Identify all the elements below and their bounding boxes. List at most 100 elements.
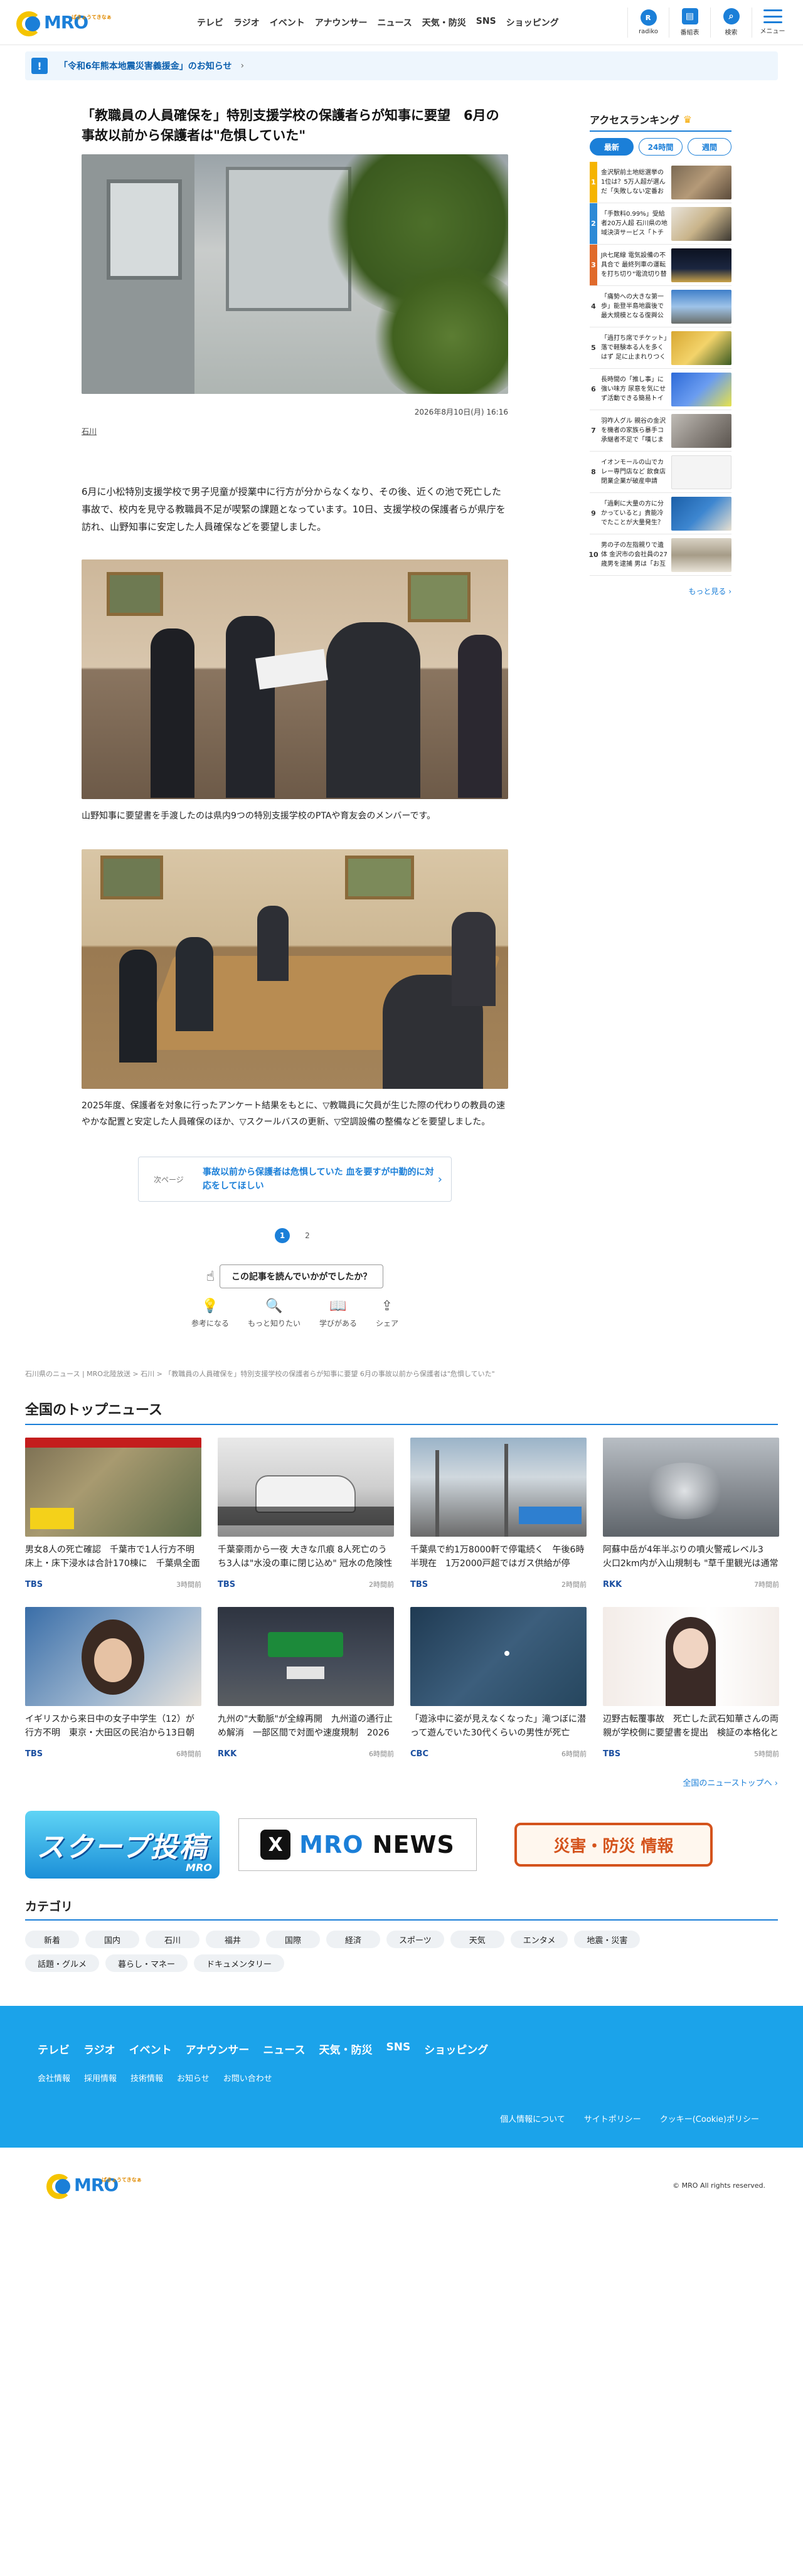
article-tag[interactable]: 石川 <box>82 426 97 437</box>
ranking-item[interactable]: 3JR七尾線 電気設備の不具合で 最終列車の運転を打ち切り"電流切り替えの可能性… <box>590 245 731 286</box>
footer-notice[interactable]: お知らせ <box>177 2072 210 2084</box>
x-mro-news-banner[interactable]: X MRO NEWS <box>238 1818 477 1871</box>
ranking-item[interactable]: 1金沢駅前土地総選挙の1位は？5万人超が選んだ「失敗しない定番お土産」3選 <box>590 162 731 203</box>
ranking-item[interactable]: 10男の子の左指親りで遺体 金沢市の会社員の27歳男を逮捕 男は「お互生を合って… <box>588 534 731 576</box>
breadcrumb: 石川県のニュース | MRO北陸放送 > 石川 > 「教職員の人員確保を」特別支… <box>25 1370 495 1378</box>
footer-contact[interactable]: お問い合わせ <box>223 2072 272 2084</box>
news-card-time: 3時間前 <box>176 1581 201 1589</box>
footer-nav-weather[interactable]: 天気・防災 <box>319 2041 373 2057</box>
category-gourmet[interactable]: 話題・グルメ <box>25 1954 100 1972</box>
next-page-link[interactable]: 次ページ 事故以前から保護者は危惧していた 血を要すが中勤的に対応をしてほしい … <box>138 1157 452 1202</box>
footer-nav-tv[interactable]: テレビ <box>38 2041 70 2057</box>
global-nav: テレビ ラジオ イベント アナウンサー ニュース 天気・防災 SNS ショッピン… <box>197 16 559 29</box>
page-2-button[interactable]: 2 <box>300 1228 315 1243</box>
search-button[interactable]: ⌕ 検索 <box>710 7 752 38</box>
category-weather[interactable]: 天気 <box>450 1931 504 1948</box>
category-living[interactable]: 暮らし・マネー <box>105 1954 188 1972</box>
nav-radio[interactable]: ラジオ <box>233 16 260 29</box>
category-economy[interactable]: 経済 <box>326 1931 380 1948</box>
category-disaster[interactable]: 地震・災害 <box>574 1931 641 1948</box>
site-footer: テレビ ラジオ イベント アナウンサー ニュース 天気・防災 SNS ショッピン… <box>0 2006 803 2148</box>
category-entertainment[interactable]: エンタメ <box>510 1931 568 1948</box>
footer-nav-announcer[interactable]: アナウンサー <box>186 2041 250 2057</box>
reaction-helpful-button[interactable]: 💡 参考になる <box>191 1298 229 1328</box>
category-sports[interactable]: スポーツ <box>386 1931 444 1948</box>
news-card[interactable]: 千葉県で約1万8000軒で停電続く 午後6時半現在 1万2000戸超ではガス供給… <box>410 1438 587 1589</box>
ranking-item[interactable]: 9 「過剰に大量の方に分かっていると」責能冷でたことが大量発生？震災を乗り越え、命… <box>590 493 731 534</box>
nav-news[interactable]: ニュース <box>377 16 412 29</box>
news-card-time: 5時間前 <box>754 1750 779 1758</box>
share-button[interactable]: ⇪ シェア <box>376 1298 398 1328</box>
ranking-tab-latest[interactable]: 最新 <box>590 138 634 156</box>
ranking-item[interactable]: 5 「過打ち席でチケット」落で軽験本る人を多くはず 足に止まれりつくその正体は？.… <box>590 327 731 369</box>
x-banner-text: MRO NEWS <box>299 1831 455 1858</box>
ranking-item[interactable]: 4 「痛勢への大きな第一歩」能登半島地震後で最大規模となる復興公営住宅が完成 石川… <box>590 286 731 327</box>
footer-nav-radio[interactable]: ラジオ <box>83 2041 115 2057</box>
news-card[interactable]: 九州の"大動脈"が全線再開 九州道の通行止め解消 一部区間で対面や速度規制 20… <box>218 1607 394 1759</box>
news-card-title: 阿蘇中岳が4年半ぶりの噴火警戒レベル3 火口2km内が入山規制も "草千里観光は… <box>603 1545 779 1569</box>
news-card-meta: TBS 6時間前 <box>25 1749 201 1759</box>
ranking-tab-weekly[interactable]: 週間 <box>688 138 731 156</box>
rank-title: 羽咋人グル 親谷の金沢を機者の家族ら暴手コ 承継者不足で「嘆じまい」検討 <box>601 417 666 443</box>
news-card[interactable]: 辺野古転覆事故 死亡した武石知華さんの両親が学校側に要望書を提出 検証の本格化と… <box>603 1607 779 1759</box>
disaster-info-banner[interactable]: 災害・防災 情報 <box>514 1823 713 1867</box>
footer-nav-news[interactable]: ニュース <box>263 2041 305 2057</box>
footer-site-policy[interactable]: サイトポリシー <box>584 2112 641 2124</box>
footer-logo[interactable]: ぱきょうてきなぁ MRO <box>46 2171 197 2199</box>
news-card-source: TBS <box>603 1749 621 1759</box>
rank-title: 「手数料0.99%」受給者20万人超 石川県の地域決済サービス「トチツーカ」が歩… <box>601 210 667 236</box>
footer-recruit[interactable]: 採用情報 <box>84 2072 117 2084</box>
category-domestic[interactable]: 国内 <box>85 1931 139 1948</box>
news-card-time: 6時間前 <box>369 1750 394 1758</box>
site-logo[interactable]: ぱきょうてきなぁ MRO <box>16 9 167 36</box>
nav-tv[interactable]: テレビ <box>197 16 223 29</box>
ranking-title: アクセスランキング <box>590 114 679 126</box>
news-card-image <box>25 1438 201 1537</box>
category-international[interactable]: 国際 <box>266 1931 320 1948</box>
copyright: © MRO All rights reserved. <box>673 2181 765 2190</box>
category-new[interactable]: 新着 <box>25 1931 79 1948</box>
menu-label: メニュー <box>760 28 785 35</box>
footer-company[interactable]: 会社情報 <box>38 2072 70 2084</box>
news-card[interactable]: 千葉豪雨から一夜 大きな爪痕 8人死亡のうち3人は"水没の車に閉じ込め" 冠水の… <box>218 1438 394 1589</box>
reaction-more-button[interactable]: 🔍 もっと知りたい <box>248 1298 300 1328</box>
alert-banner[interactable]: ! 「令和6年熊本地震災害義援金」のお知らせ › <box>25 51 778 80</box>
menu-button[interactable]: メニュー <box>752 7 793 38</box>
nav-announcer[interactable]: アナウンサー <box>315 16 368 29</box>
footer-nav-sns[interactable]: SNS <box>386 2041 411 2057</box>
main-content: 「教職員の人員確保を」特別支援学校の保護者らが知事に要望 6月の事故以前から保護… <box>0 90 803 1328</box>
footer-logo-wordmark: ぱきょうてきなぁ MRO <box>74 2176 142 2194</box>
footer-cookie-policy[interactable]: クッキー(Cookie)ポリシー <box>660 2112 759 2124</box>
ranking-tab-24h[interactable]: 24時間 <box>639 138 683 156</box>
footer-nav-event[interactable]: イベント <box>129 2041 172 2057</box>
ranking-item[interactable]: 2「手数料0.99%」受給者20万人超 石川県の地域決済サービス「トチツーカ」が… <box>590 203 731 245</box>
category-fukui[interactable]: 福井 <box>206 1931 260 1948</box>
ranking-more-link[interactable]: もっと見る › <box>590 586 731 596</box>
news-card-meta: RKK 6時間前 <box>218 1749 394 1759</box>
nav-sns[interactable]: SNS <box>476 16 496 29</box>
category-ishikawa[interactable]: 石川 <box>146 1931 199 1948</box>
nav-event[interactable]: イベント <box>270 16 305 29</box>
ranking-item[interactable]: 6 長時間の「推し事」に強い味方 尿意を気にせず活動できる簡易トイレの"一口"開発 <box>590 369 731 410</box>
ranking-item[interactable]: 7 羽咋人グル 親谷の金沢を機者の家族ら暴手コ 承継者不足で「嘆じまい」検討 <box>590 410 731 452</box>
share-icon: ⇪ <box>381 1298 393 1314</box>
nav-shopping[interactable]: ショッピング <box>506 16 559 29</box>
category-documentary[interactable]: ドキュメンタリー <box>194 1954 285 1972</box>
all-news-link[interactable]: 全国のニューストップへ › <box>25 1776 778 1788</box>
news-card-title: 男女8人の死亡確認 千葉市で1人行方不明 床上・床下浸水は合計170棟に 千葉県… <box>25 1545 201 1569</box>
reaction-learn-button[interactable]: 📖 学びがある <box>319 1298 357 1328</box>
ranking-item[interactable]: 8 イオンモールの山でカレー専門店など 飲食店閉業企業が破産申請へ... <box>590 452 731 493</box>
scoop-submission-banner[interactable]: スクープ投稿 MRO <box>25 1811 220 1879</box>
news-card[interactable]: 「遊泳中に姿が見えなくなった」滝つぼに潜って遊んでいた30代くらいの男性が死亡 … <box>410 1607 587 1759</box>
footer-tech[interactable]: 技術情報 <box>130 2072 163 2084</box>
nav-weather[interactable]: 天気・防災 <box>422 16 466 29</box>
footer-privacy[interactable]: 個人情報について <box>500 2112 565 2124</box>
news-card[interactable]: 男女8人の死亡確認 千葉市で1人行方不明 床上・床下浸水は合計170棟に 千葉県… <box>25 1438 201 1589</box>
news-card[interactable]: 阿蘇中岳が4年半ぶりの噴火警戒レベル3 火口2km内が入山規制も "草千里観光は… <box>603 1438 779 1589</box>
page-1-button[interactable]: 1 <box>275 1228 290 1243</box>
radiko-button[interactable]: ʀ radiko <box>627 7 669 38</box>
footer-nav-shopping[interactable]: ショッピング <box>424 2041 488 2057</box>
program-guide-button[interactable]: ▤ 番組表 <box>669 7 710 38</box>
news-card[interactable]: イギリスから来日中の女子中学生（12）が行方不明 東京・大田区の民泊から13日朝… <box>25 1607 201 1759</box>
news-card-time: 7時間前 <box>754 1581 779 1589</box>
